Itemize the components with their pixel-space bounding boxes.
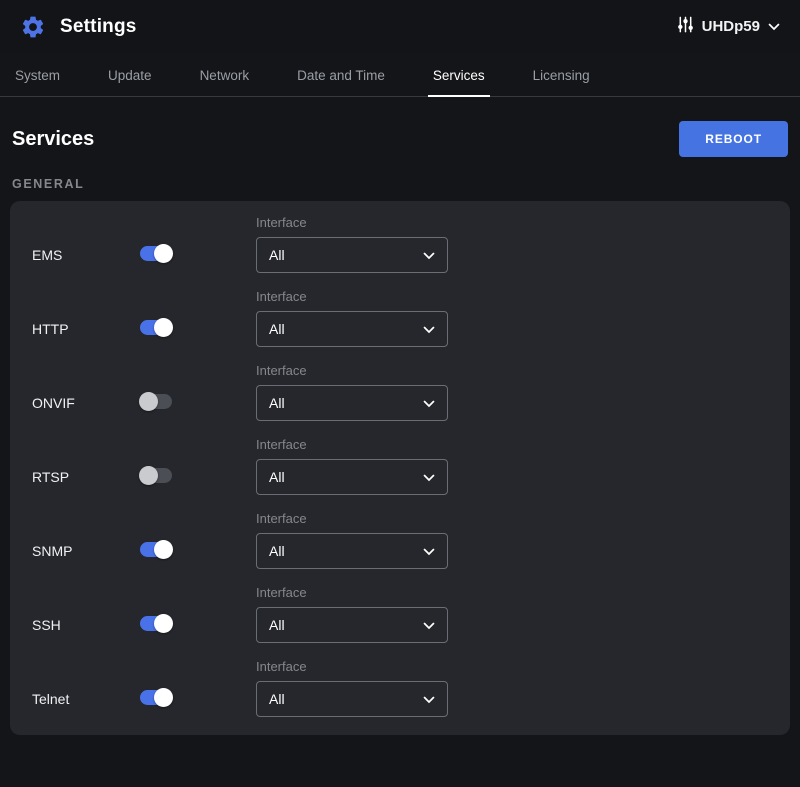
service-name: EMS [32, 247, 140, 263]
interface-select[interactable]: All [256, 311, 448, 347]
service-toggle[interactable] [140, 542, 172, 557]
service-name: Telnet [32, 691, 140, 707]
toggle-knob [154, 688, 173, 707]
services-panel: EMS Interface All HTTP Interface [10, 201, 790, 735]
page-header-title: Settings [60, 16, 137, 38]
toggle-knob [139, 466, 158, 485]
service-toggle[interactable] [140, 320, 172, 335]
chevron-down-icon [423, 395, 435, 411]
interface-select[interactable]: All [256, 459, 448, 495]
gear-icon [20, 14, 46, 40]
service-row: RTSP Interface All [10, 437, 790, 495]
interface-select[interactable]: All [256, 607, 448, 643]
chevron-down-icon [768, 18, 780, 36]
service-row: HTTP Interface All [10, 289, 790, 347]
section-label-general: GENERAL [12, 177, 800, 191]
service-row: EMS Interface All [10, 215, 790, 273]
device-name: UHDp59 [702, 18, 760, 35]
service-toggle[interactable] [140, 690, 172, 705]
interface-value: All [269, 247, 285, 263]
interface-value: All [269, 469, 285, 485]
interface-label: Interface [256, 585, 448, 600]
interface-value: All [269, 321, 285, 337]
tab-system[interactable]: System [10, 53, 65, 97]
interface-value: All [269, 543, 285, 559]
interface-label: Interface [256, 289, 448, 304]
service-toggle[interactable] [140, 246, 172, 261]
service-toggle[interactable] [140, 394, 172, 409]
interface-label: Interface [256, 659, 448, 674]
toggle-knob [154, 244, 173, 263]
tab-network[interactable]: Network [195, 53, 255, 97]
interface-select[interactable]: All [256, 385, 448, 421]
interface-select[interactable]: All [256, 533, 448, 569]
service-name: RTSP [32, 469, 140, 485]
tab-licensing[interactable]: Licensing [528, 53, 595, 97]
service-name: HTTP [32, 321, 140, 337]
device-picker[interactable]: UHDp59 [677, 16, 780, 38]
reboot-button[interactable]: REBOOT [679, 121, 788, 157]
app-header: Settings UHDp59 [0, 0, 800, 53]
service-name: SNMP [32, 543, 140, 559]
chevron-down-icon [423, 617, 435, 633]
service-name: ONVIF [32, 395, 140, 411]
interface-label: Interface [256, 437, 448, 452]
service-row: Telnet Interface All [10, 659, 790, 717]
chevron-down-icon [423, 321, 435, 337]
page-title: Services [12, 128, 94, 151]
chevron-down-icon [423, 691, 435, 707]
service-row: ONVIF Interface All [10, 363, 790, 421]
interface-label: Interface [256, 215, 448, 230]
toggle-knob [154, 614, 173, 633]
interface-label: Interface [256, 511, 448, 526]
interface-label: Interface [256, 363, 448, 378]
interface-value: All [269, 395, 285, 411]
service-row: SNMP Interface All [10, 511, 790, 569]
chevron-down-icon [423, 543, 435, 559]
tab-update[interactable]: Update [103, 53, 157, 97]
interface-value: All [269, 691, 285, 707]
toggle-knob [154, 540, 173, 559]
tab-bar: System Update Network Date and Time Services… [0, 53, 800, 97]
interface-select[interactable]: All [256, 237, 448, 273]
page-head: Services REBOOT [0, 97, 800, 157]
toggle-knob [154, 318, 173, 337]
service-name: SSH [32, 617, 140, 633]
sliders-icon [677, 16, 694, 38]
tab-date-and-time[interactable]: Date and Time [292, 53, 390, 97]
service-row: SSH Interface All [10, 585, 790, 643]
chevron-down-icon [423, 247, 435, 263]
toggle-knob [139, 392, 158, 411]
interface-select[interactable]: All [256, 681, 448, 717]
service-toggle[interactable] [140, 616, 172, 631]
interface-value: All [269, 617, 285, 633]
chevron-down-icon [423, 469, 435, 485]
service-toggle[interactable] [140, 468, 172, 483]
tab-services[interactable]: Services [428, 53, 490, 97]
